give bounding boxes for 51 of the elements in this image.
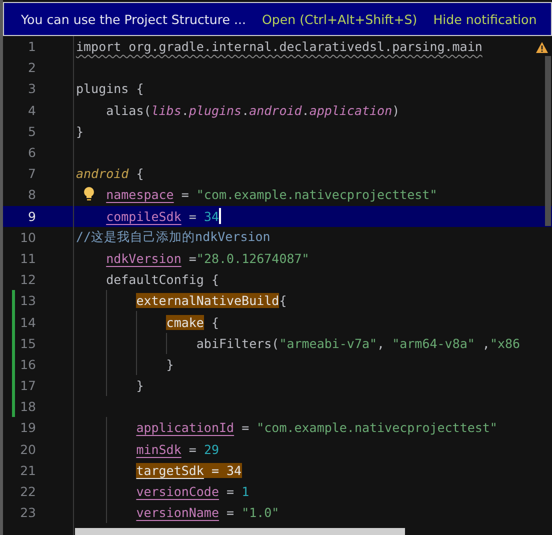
code-line: applicationId = "com.example.nativecprojecttest" [136, 420, 498, 436]
code-line: import org.gradle.internal.declarativedsl.parsing.main [76, 39, 482, 54]
code-line: //这是我自己添加的ndkVersion [76, 228, 270, 246]
line-number: 2 [27, 60, 36, 76]
line-number: 18 [19, 399, 36, 414]
code-line: plugins { [76, 81, 144, 96]
line-number: 19 [19, 420, 36, 436]
notification-link[interactable]: Open (Ctrl+Alt+Shift+S) [262, 12, 418, 26]
line-number: 5 [27, 124, 36, 139]
line-number: 1 [27, 39, 36, 54]
text-cursor [219, 208, 220, 224]
line-number: 16 [19, 356, 36, 372]
line-number: 22 [19, 484, 36, 500]
code-line: ndkVersion ="28.0.12674087" [106, 250, 310, 266]
code-line: compileSdk = 34 [106, 208, 219, 224]
lightbulb-icon[interactable] [83, 186, 95, 202]
line-number: 7 [27, 166, 36, 182]
code-line: versionCode = 1 [136, 484, 250, 500]
line-number: 20 [19, 442, 36, 457]
code-line: } [76, 124, 84, 139]
code-line: versionName = "1.0" [136, 505, 280, 520]
code-line: minSdk = 29 [136, 442, 219, 457]
code-line: abiFilters("armeabi-v7a", "arm64-v8a" ,"x86 [196, 336, 520, 351]
code-line: targetSdk = 34 [136, 462, 242, 478]
line-number: 8 [27, 187, 36, 202]
code-line: alias(libs.plugins.android.application) [106, 102, 400, 118]
line-number: 9 [27, 208, 36, 224]
code-line: cmake { [166, 314, 219, 330]
code-line: android { [76, 166, 144, 182]
line-number: 11 [19, 250, 36, 266]
code-line: } [136, 378, 144, 394]
warning-icon[interactable] [536, 42, 548, 53]
code-line: defaultConfig { [106, 272, 219, 288]
horizontal-scrollbar[interactable] [75, 528, 405, 535]
line-number: 6 [27, 145, 36, 160]
line-number: 21 [19, 462, 36, 478]
line-number: 23 [19, 505, 36, 520]
notification-message: You can use the Project Structure ... [21, 12, 246, 26]
line-number: 12 [19, 272, 36, 288]
code-line: } [166, 356, 174, 372]
indent-guide [166, 332, 168, 354]
notification-link[interactable]: Hide notification [433, 12, 537, 26]
line-number: 17 [19, 378, 36, 394]
line-number: 14 [19, 314, 36, 330]
line-number: 13 [19, 293, 36, 308]
line-number: 15 [19, 336, 36, 351]
code-line: externalNativeBuild{ [136, 293, 287, 308]
line-number: 3 [27, 81, 36, 96]
line-number: 4 [27, 102, 36, 118]
code-line: namespace = "com.example.nativecprojecttest" [106, 187, 438, 202]
line-number: 10 [19, 230, 36, 245]
